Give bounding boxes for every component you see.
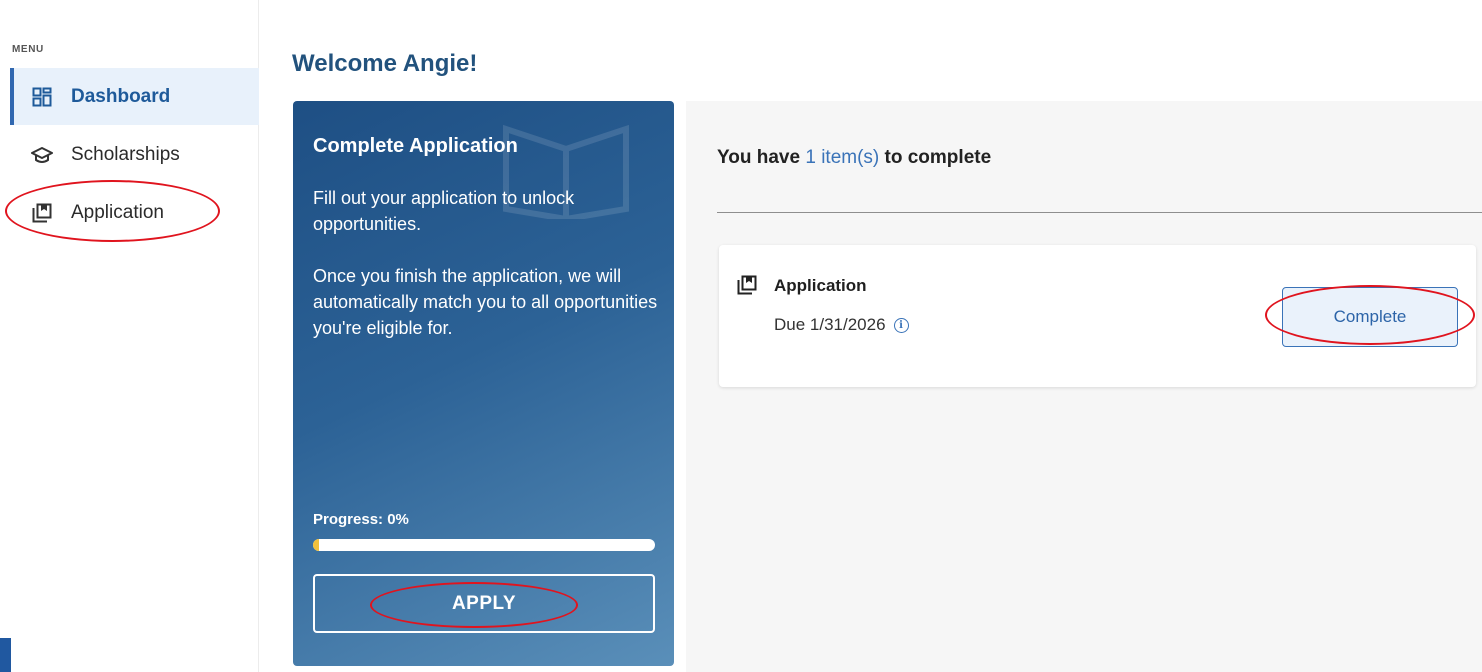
sidebar-item-dashboard[interactable]: Dashboard	[10, 68, 259, 125]
items-panel: You have 1 item(s) to complete Applicati…	[686, 101, 1482, 672]
items-count: 1 item(s)	[805, 147, 880, 168]
apply-button[interactable]: APPLY	[313, 574, 655, 633]
sidebar-item-application[interactable]: Application	[10, 184, 259, 241]
items-heading: You have 1 item(s) to complete	[717, 147, 991, 169]
complete-application-card: Complete Application Fill out your appli…	[293, 101, 674, 666]
task-title: Application	[774, 276, 867, 295]
graduation-cap-icon	[31, 144, 53, 166]
corner-accent	[0, 638, 11, 672]
sidebar-item-scholarships[interactable]: Scholarships	[10, 126, 259, 183]
progress-fill	[313, 539, 319, 551]
sidebar-item-label: Scholarships	[71, 143, 180, 165]
task-card: Application Due 1/31/2026 i Complete	[719, 245, 1476, 387]
progress-bar	[313, 539, 655, 551]
menu-label: MENU	[12, 44, 44, 55]
card-description-secondary: Once you finish the application, we will…	[313, 266, 658, 338]
complete-button[interactable]: Complete	[1282, 287, 1458, 347]
due-date-text: Due 1/31/2026	[774, 315, 886, 334]
application-icon	[737, 275, 757, 295]
sidebar: MENU Dashboard Scholarships Application	[0, 0, 259, 672]
page-title: Welcome Angie!	[292, 50, 478, 77]
task-due-date: Due 1/31/2026 i	[774, 315, 909, 335]
dashboard-icon	[31, 86, 53, 108]
card-title: Complete Application	[313, 135, 518, 157]
sidebar-item-label: Dashboard	[71, 85, 171, 107]
application-icon	[31, 202, 53, 224]
card-description: Fill out your application to unlock oppo…	[313, 188, 575, 234]
divider	[717, 212, 1482, 213]
items-heading-suffix: to complete	[879, 147, 992, 168]
progress-label: Progress: 0%	[313, 511, 409, 528]
items-heading-prefix: You have	[717, 147, 806, 168]
sidebar-item-label: Application	[71, 201, 164, 223]
info-icon[interactable]: i	[893, 317, 909, 333]
